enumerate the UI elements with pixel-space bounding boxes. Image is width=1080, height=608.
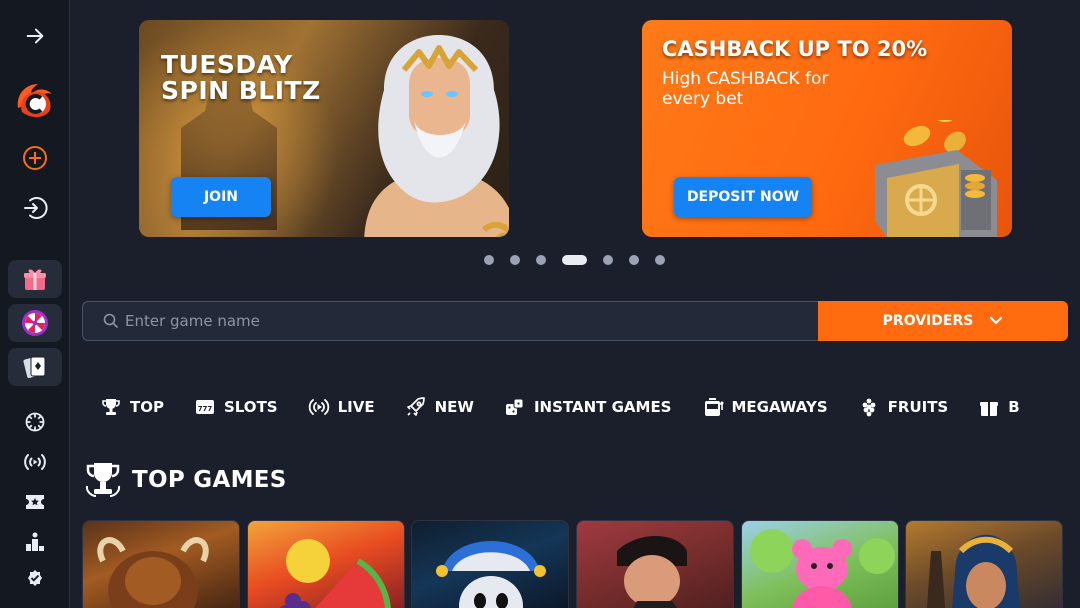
- banner-subtitle: High CASHBACK for every bet: [662, 69, 829, 110]
- category-label: LIVE: [337, 398, 375, 416]
- category-tab-bonus[interactable]: B: [978, 396, 1020, 418]
- rocket-icon: [406, 397, 425, 416]
- category-label: FRUITS: [887, 398, 949, 416]
- cards-button[interactable]: [8, 348, 62, 386]
- game-search-bar: [82, 301, 818, 341]
- slot-machine-icon: [704, 398, 723, 416]
- category-tab-slots[interactable]: 777 SLOTS: [194, 396, 278, 418]
- category-nav: TOP 777 SLOTS LIVE NEW INSTANT GAMES MEG…: [100, 391, 1050, 423]
- live-broadcast-icon: [24, 454, 46, 470]
- trophy-icon: [85, 463, 121, 497]
- providers-label: PROVIDERS: [882, 313, 974, 329]
- section-title: TOP GAMES: [132, 467, 287, 493]
- carousel-dot-active[interactable]: [562, 255, 587, 265]
- category-label: INSTANT GAMES: [533, 398, 672, 416]
- category-tab-instant-games[interactable]: INSTANT GAMES: [504, 396, 672, 418]
- game-thumbnail-matador: [617, 536, 687, 608]
- leaderboard-button[interactable]: [9, 524, 61, 560]
- wheel-button[interactable]: [8, 304, 62, 342]
- game-thumbnail-fruits: [279, 539, 391, 608]
- category-label: SLOTS: [223, 398, 278, 416]
- gift-icon: [24, 269, 46, 290]
- app-root: TUESDAY SPIN BLITZ JOIN CASHBACK UP TO 2…: [0, 0, 1080, 608]
- top-games-heading: TOP GAMES: [84, 460, 287, 500]
- search-input[interactable]: [125, 312, 818, 330]
- carousel-dot[interactable]: [629, 255, 639, 265]
- game-tile[interactable]: [82, 520, 240, 608]
- svg-text:777: 777: [198, 405, 213, 413]
- deposit-now-button[interactable]: DEPOSIT NOW: [674, 177, 812, 217]
- verified-button[interactable]: [9, 560, 61, 596]
- zeus-illustration: [364, 35, 509, 237]
- arrow-right-icon: [26, 28, 44, 44]
- gift-button[interactable]: [8, 260, 62, 298]
- logo[interactable]: [9, 78, 61, 122]
- game-tile[interactable]: [247, 520, 405, 608]
- game-tile[interactable]: [741, 520, 899, 608]
- safe-with-coins-illustration: [875, 120, 997, 237]
- register-button[interactable]: [9, 140, 61, 176]
- expand-sidebar-button[interactable]: [9, 18, 61, 54]
- promo-banner-cashback[interactable]: CASHBACK UP TO 20% High CASHBACK for eve…: [642, 20, 1012, 237]
- tickets-button[interactable]: [9, 484, 61, 520]
- game-thumbnail-buffalo: [97, 537, 209, 608]
- playing-cards-icon: [23, 356, 46, 378]
- category-tab-fruits[interactable]: FRUITS: [858, 396, 949, 418]
- search-icon: [103, 313, 119, 329]
- carousel-dot[interactable]: [484, 255, 494, 265]
- casino-button[interactable]: [9, 404, 61, 440]
- leaderboard-icon: [26, 532, 44, 551]
- fortune-wheel-icon: [22, 310, 48, 336]
- dice-icon: [505, 398, 524, 415]
- carousel-dot[interactable]: [655, 255, 665, 265]
- banner-title: CASHBACK UP TO 20%: [662, 37, 928, 61]
- category-label: MEGAWAYS: [731, 398, 828, 416]
- casino-chip-icon: [25, 412, 45, 432]
- ticket-icon: [26, 495, 44, 509]
- sidebar: [0, 0, 70, 608]
- carousel-dot[interactable]: [510, 255, 520, 265]
- category-tab-live[interactable]: LIVE: [308, 396, 375, 418]
- category-label: NEW: [434, 398, 474, 416]
- live-button[interactable]: [9, 444, 61, 480]
- game-tile[interactable]: [905, 520, 1063, 608]
- login-button[interactable]: [9, 190, 61, 226]
- category-tab-megaways[interactable]: MEGAWAYS: [702, 396, 828, 418]
- logo-icon: [17, 84, 52, 118]
- game-thumbnail-cleopatra: [926, 534, 1020, 608]
- slot-777-icon: 777: [195, 400, 214, 414]
- carousel-dot[interactable]: [603, 255, 613, 265]
- game-tile[interactable]: [576, 520, 734, 608]
- game-thumbnail-jester: [436, 541, 546, 608]
- game-tile[interactable]: [411, 520, 569, 608]
- fruit-icon: [862, 398, 876, 417]
- trophy-icon: [102, 399, 120, 415]
- live-broadcast-icon: [308, 399, 329, 415]
- game-thumbnail-gummy-bear: [750, 529, 895, 608]
- category-label: TOP: [130, 398, 164, 416]
- carousel-dot[interactable]: [536, 255, 546, 265]
- plus-circle-icon: [23, 146, 47, 170]
- banner-title: TUESDAY SPIN BLITZ: [161, 50, 321, 106]
- gift-box-icon: [980, 402, 999, 416]
- promo-banner-tuesday-spin-blitz[interactable]: TUESDAY SPIN BLITZ JOIN: [139, 20, 509, 237]
- join-button[interactable]: JOIN: [171, 177, 271, 217]
- login-icon: [24, 197, 48, 219]
- verified-badge-icon: [28, 570, 42, 586]
- category-label: B: [1008, 398, 1020, 416]
- providers-dropdown[interactable]: PROVIDERS: [818, 301, 1068, 341]
- carousel-pagination: [484, 255, 681, 265]
- chevron-down-icon: [990, 316, 1003, 325]
- category-tab-top[interactable]: TOP: [100, 396, 164, 418]
- category-tab-new[interactable]: NEW: [405, 396, 474, 418]
